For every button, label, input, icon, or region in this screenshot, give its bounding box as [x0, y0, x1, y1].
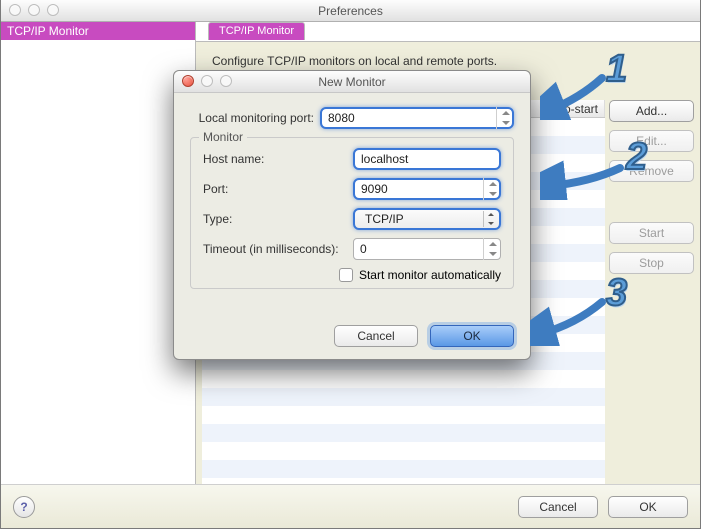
- port-input[interactable]: [353, 178, 501, 200]
- remove-button: Remove: [609, 160, 694, 182]
- monitor-group: Monitor Host name: Port: Type: TCP/IP: [190, 137, 514, 289]
- callout-2: 2: [626, 136, 647, 179]
- timeout-label: Timeout (in milliseconds):: [203, 242, 353, 256]
- tab-tcpip-monitor[interactable]: TCP/IP Monitor: [208, 22, 305, 40]
- type-label: Type:: [203, 212, 353, 226]
- zoom-icon: [220, 75, 232, 87]
- prefs-tabstrip: TCP/IP Monitor: [196, 22, 700, 42]
- prefs-button-column: Add... Edit... Remove Start Stop: [609, 100, 694, 274]
- dialog-traffic-lights: [182, 75, 232, 87]
- timeout-input[interactable]: [353, 238, 501, 260]
- close-icon[interactable]: [182, 75, 194, 87]
- table-row: [202, 370, 605, 388]
- minimize-icon: [201, 75, 213, 87]
- prefs-ok-button[interactable]: OK: [608, 496, 688, 518]
- table-row: [202, 406, 605, 424]
- stepper-icon[interactable]: [483, 238, 501, 260]
- type-select[interactable]: TCP/IP: [353, 208, 501, 230]
- edit-button: Edit...: [609, 130, 694, 152]
- prefs-title: Preferences: [318, 4, 383, 18]
- port-label: Port:: [203, 182, 353, 196]
- zoom-icon[interactable]: [47, 4, 59, 16]
- dialog-titlebar: New Monitor: [174, 71, 530, 93]
- help-button[interactable]: ?: [13, 496, 35, 518]
- autostart-checkbox[interactable]: [339, 268, 353, 282]
- hostname-input[interactable]: [353, 148, 501, 170]
- autostart-checkbox-label: Start monitor automatically: [359, 268, 501, 282]
- callout-1: 1: [606, 48, 627, 91]
- table-row: [202, 388, 605, 406]
- dialog-ok-button[interactable]: OK: [430, 325, 514, 347]
- prefs-footer: ? Cancel OK: [1, 484, 700, 528]
- callout-3: 3: [606, 272, 627, 315]
- stepper-icon[interactable]: [483, 178, 501, 200]
- local-port-input[interactable]: [320, 107, 514, 129]
- chevron-updown-icon: [483, 211, 497, 227]
- dialog-footer: Cancel OK: [334, 325, 514, 347]
- prefs-traffic-lights: [9, 4, 59, 16]
- local-port-label: Local monitoring port:: [190, 111, 320, 125]
- table-row: [202, 460, 605, 478]
- close-icon[interactable]: [9, 4, 21, 16]
- add-button[interactable]: Add...: [609, 100, 694, 122]
- dialog-title: New Monitor: [318, 75, 385, 89]
- dialog-cancel-button[interactable]: Cancel: [334, 325, 418, 347]
- table-row: [202, 442, 605, 460]
- stop-button: Stop: [609, 252, 694, 274]
- minimize-icon[interactable]: [28, 4, 40, 16]
- prefs-cancel-button[interactable]: Cancel: [518, 496, 598, 518]
- prefs-sidebar: TCP/IP Monitor: [1, 22, 196, 528]
- hostname-label: Host name:: [203, 152, 353, 166]
- table-row: [202, 424, 605, 442]
- prefs-titlebar: Preferences: [1, 0, 700, 22]
- stepper-icon[interactable]: [496, 107, 514, 129]
- start-button: Start: [609, 222, 694, 244]
- sidebar-item-tcpip-monitor[interactable]: TCP/IP Monitor: [1, 22, 195, 40]
- new-monitor-dialog: New Monitor Local monitoring port: Monit…: [173, 70, 531, 360]
- monitor-group-title: Monitor: [199, 130, 247, 144]
